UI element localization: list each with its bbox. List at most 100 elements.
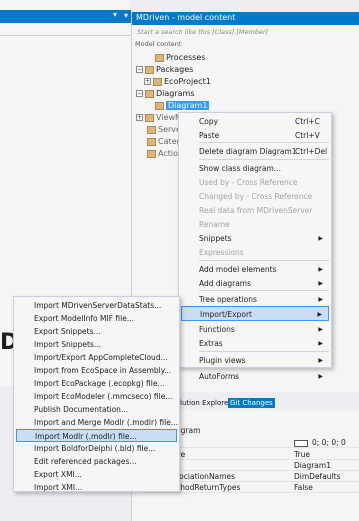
folder-icon [153, 77, 162, 86]
shortcut-text: Ctrl+V [295, 131, 320, 140]
tree-item[interactable]: − Packages [136, 64, 193, 75]
menu-item-label: Import MDrivenServerDataStats... [34, 301, 162, 310]
context-menu-item[interactable]: Expressions [181, 245, 329, 260]
submenu-arrow-icon: ▶ [318, 326, 323, 333]
context-menu-item[interactable]: Functions ▶ [181, 322, 329, 337]
tree-item[interactable]: Diagram1 [144, 100, 210, 111]
import-menu-item[interactable]: Publish Documentation... [16, 403, 177, 416]
property-value[interactable]: 0; 0; 0; 0 [294, 438, 346, 448]
context-menu-item[interactable]: Rename [181, 217, 329, 232]
context-menu-item[interactable]: Copy Ctrl+C [181, 114, 329, 129]
import-menu-item[interactable]: Import from EcoSpace in Assembly... [16, 364, 177, 377]
menu-item-label: Edit referenced packages... [34, 457, 137, 466]
context-menu-item[interactable]: Snippets ▶ [181, 231, 329, 246]
tree-item[interactable]: Server [136, 124, 184, 135]
menu-item-label: Import EcoPackage (.ecopkg) file... [34, 379, 165, 388]
menu-separator [199, 159, 329, 160]
chevron-down-icon[interactable]: ▾ [124, 11, 128, 20]
tab-solution-explorer[interactable]: lution Explorer [178, 398, 233, 408]
menu-item-label: Import/Export AppCompleteCloud... [34, 353, 168, 362]
import-menu-item[interactable]: Edit referenced packages... [16, 455, 177, 468]
context-menu-item[interactable]: Show class diagram... [181, 161, 329, 176]
menu-item-label: Paste [199, 131, 220, 140]
context-menu-item[interactable]: AutoForms ▶ [181, 369, 329, 384]
menu-item-label: Import BoldforDelphi (.bld) file... [34, 444, 156, 453]
context-menu-item[interactable]: Used by - Cross Reference [181, 175, 329, 190]
import-menu-item[interactable]: Import Snippets... [16, 338, 177, 351]
import-export-submenu: Import MDrivenServerDataStats... Export M… [13, 296, 180, 492]
tree-item-label: Diagram1 [166, 101, 210, 110]
menu-separator [199, 142, 329, 143]
context-menu-item[interactable]: Paste Ctrl+V [181, 128, 329, 143]
context-menu-item[interactable]: Plugin views ▶ [181, 353, 329, 368]
collapse-icon[interactable]: − [136, 90, 143, 97]
tree-item[interactable]: − Diagrams [136, 88, 195, 99]
menu-item-label: Expressions [199, 248, 244, 257]
menu-item-label: AutoForms [199, 372, 240, 381]
submenu-arrow-icon: ▶ [318, 235, 323, 242]
tree-item[interactable]: + EcoProject1 [144, 76, 211, 87]
folder-icon [145, 89, 154, 98]
folder-icon [147, 125, 156, 134]
tab-git-changes[interactable]: Git Changes [228, 398, 275, 408]
menu-item-label: Real data from MDrivenServer [199, 206, 313, 215]
folder-icon [155, 53, 164, 62]
menu-item-label: Add model elements [199, 265, 277, 274]
context-menu-item[interactable]: Changed by - Cross Reference [181, 189, 329, 204]
menu-item-label: Extras [199, 339, 223, 348]
import-menu-item[interactable]: Export ModelInfo MIF file... [16, 312, 177, 325]
context-menu-item[interactable]: Add diagrams ▶ [181, 276, 329, 291]
import-menu-item[interactable]: Import/Export AppCompleteCloud... [16, 351, 177, 364]
context-menu-item[interactable]: Real data from MDrivenServer [181, 203, 329, 218]
context-menu-item[interactable]: Extras ▶ [181, 336, 329, 351]
collapse-icon[interactable]: − [136, 66, 143, 73]
property-value-text: DimDefaults [294, 472, 341, 481]
import-menu-item[interactable]: Import EcoPackage (.ecopkg) file... [16, 377, 177, 390]
folder-icon [147, 137, 156, 146]
import-menu-item[interactable]: Import XMI... [16, 481, 177, 494]
menu-item-label: Add diagrams [199, 279, 251, 288]
submenu-arrow-icon: ▶ [318, 340, 323, 347]
tree-item[interactable]: Processes [144, 52, 205, 63]
property-value[interactable]: True [294, 450, 310, 460]
menu-item-label: Copy [199, 117, 219, 126]
tree-item-label: Processes [166, 53, 206, 62]
folder-icon [145, 113, 154, 122]
import-menu-item[interactable]: Export XMI... [16, 468, 177, 481]
menu-item-label: Plugin views [199, 356, 246, 365]
property-value[interactable]: DimDefaults [294, 472, 340, 482]
import-menu-item[interactable]: Import BoldforDelphi (.bld) file... [16, 442, 177, 455]
context-menu: Copy Ctrl+C Paste Ctrl+V Delete diagram Diag… [178, 112, 332, 381]
menu-item-label: Snippets [199, 234, 232, 243]
property-value[interactable]: False [294, 483, 313, 493]
property-value-text: True [294, 450, 310, 459]
property-value-text: Diagram1 [294, 461, 331, 470]
menu-item-label: Import from EcoSpace in Assembly... [34, 366, 172, 375]
folder-icon [147, 149, 156, 158]
import-menu-item[interactable]: Import Modlr (.modlr) file... [16, 429, 177, 442]
expand-icon[interactable]: + [136, 114, 143, 121]
property-value[interactable]: Diagram1 [294, 461, 331, 471]
import-menu-item[interactable]: Import EcoModeler (.mmcseco) file... [16, 390, 177, 403]
context-menu-item[interactable]: Tree operations ▶ [181, 292, 329, 307]
search-input[interactable]: Start a search like this [Class].[Member… [134, 28, 356, 39]
menu-item-label: Import XMI... [34, 483, 83, 492]
submenu-arrow-icon: ▶ [317, 311, 322, 318]
menu-item-label: Import EcoModeler (.mmcseco) file... [34, 392, 173, 401]
context-menu-item[interactable]: Add model elements ▶ [181, 262, 329, 277]
shortcut-text: Ctrl+Del [295, 147, 328, 156]
menu-item-label: Import Modlr (.modlr) file... [35, 432, 137, 441]
import-menu-item[interactable]: Import and Merge Modlr (.modlr) file... [16, 416, 178, 429]
menu-item-label: Show class diagram... [199, 164, 281, 173]
import-menu-item[interactable]: Import MDrivenServerDataStats... [16, 299, 177, 312]
context-menu-item[interactable]: Import/Export ▶ [181, 306, 329, 321]
import-menu-item[interactable]: Export Snippets... [16, 325, 177, 338]
tree-item[interactable]: + ViewM [136, 112, 182, 123]
tool-tabs: lution Explorer Git Changes [178, 398, 359, 408]
tree-item-label: Packages [156, 65, 194, 74]
expand-icon[interactable]: + [144, 78, 151, 85]
menu-item-label: Import and Merge Modlr (.modlr) file... [34, 418, 178, 427]
menu-item-label: Export XMI... [34, 470, 82, 479]
context-menu-item[interactable]: Delete diagram Diagram1 Ctrl+Del [181, 144, 329, 159]
pin-icon[interactable]: ▾ [113, 10, 117, 19]
